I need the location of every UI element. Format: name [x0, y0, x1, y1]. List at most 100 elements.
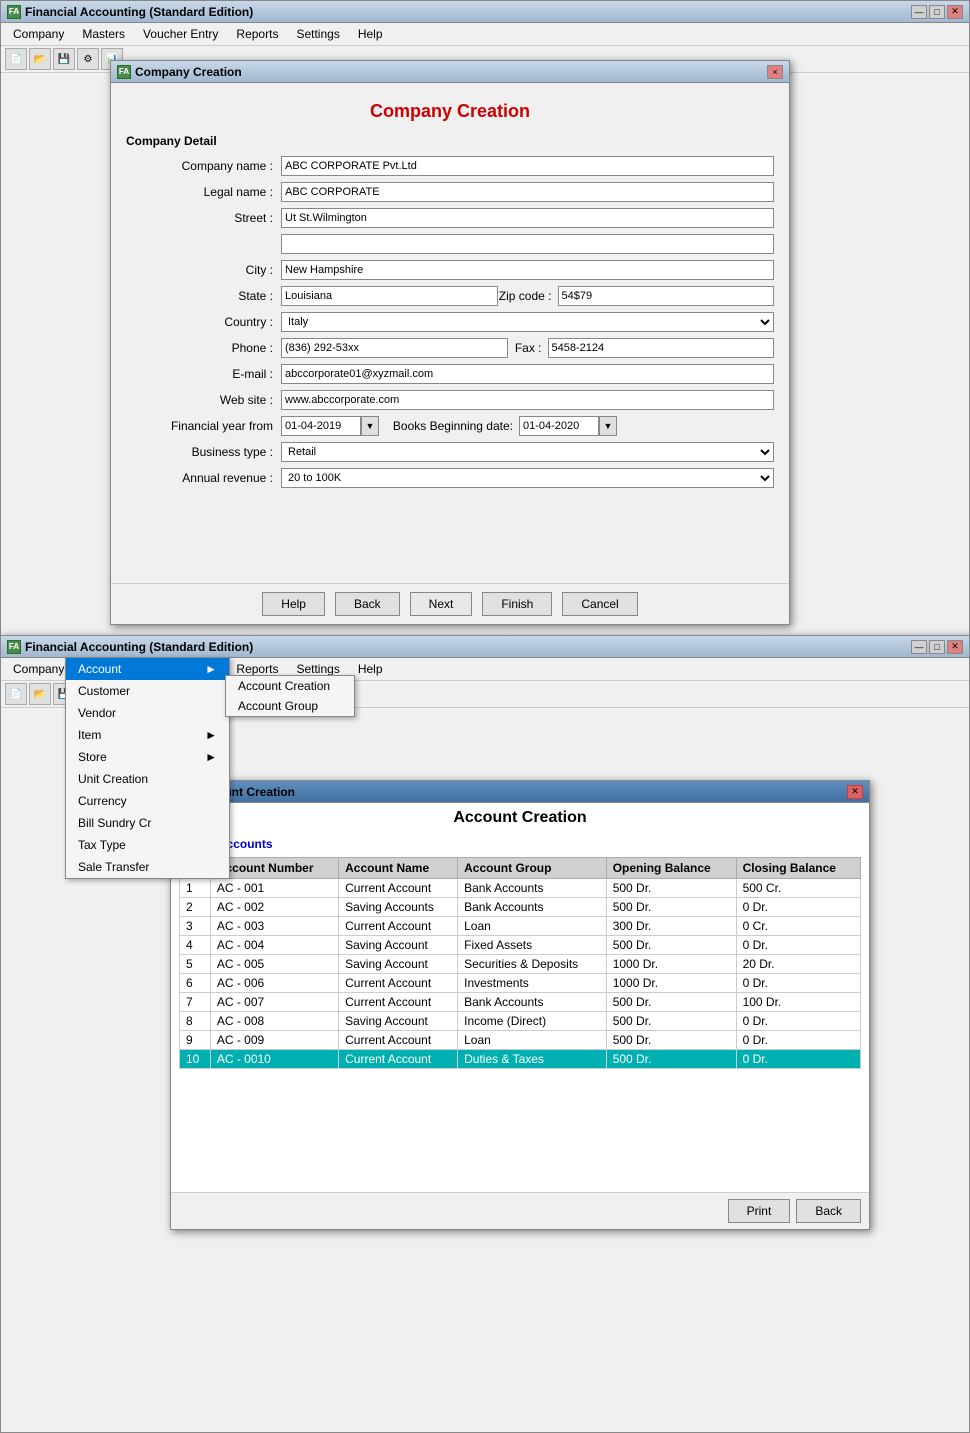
account-submenu: Account Creation Account Group: [225, 675, 355, 717]
maximize-btn-2[interactable]: □: [929, 640, 945, 654]
account-creation-item[interactable]: Account Creation: [226, 676, 354, 696]
street2-row: [126, 234, 774, 254]
table-row[interactable]: 3AC - 003Current AccountLoan300 Dr.0 Cr.: [180, 917, 861, 936]
menu-reports-1[interactable]: Reports: [228, 25, 286, 43]
masters-customer-label: Customer: [78, 684, 130, 698]
masters-sale-item[interactable]: Sale Transfer: [66, 856, 229, 878]
toolbar-btn-6[interactable]: 📄: [5, 683, 27, 705]
website-input[interactable]: [281, 390, 774, 410]
company-name-input[interactable]: [281, 156, 774, 176]
toolbar-btn-1[interactable]: 📄: [5, 48, 27, 70]
masters-currency-label: Currency: [78, 794, 127, 808]
street-input[interactable]: [281, 208, 774, 228]
company-name-label: Company name :: [126, 159, 281, 173]
maximize-btn-1[interactable]: □: [929, 5, 945, 19]
app-title-2: Financial Accounting (Standard Edition): [25, 640, 253, 654]
table-row[interactable]: 9AC - 009Current AccountLoan500 Dr.0 Dr.: [180, 1031, 861, 1050]
state-input[interactable]: [281, 286, 498, 306]
zip-input[interactable]: [558, 286, 775, 306]
toolbar-btn-2[interactable]: 📂: [29, 48, 51, 70]
account-form-title: Account Creation: [171, 803, 869, 835]
fin-year-input[interactable]: [281, 416, 361, 436]
business-type-select[interactable]: Retail: [281, 442, 774, 462]
fax-input[interactable]: [548, 338, 775, 358]
masters-account-item[interactable]: Account ►: [66, 658, 229, 680]
masters-store-arrow: ►: [205, 750, 217, 764]
menu-company-1[interactable]: Company: [5, 25, 72, 43]
toolbar-btn-7[interactable]: 📂: [29, 683, 51, 705]
legal-name-input[interactable]: [281, 182, 774, 202]
fin-year-label: Financial year from: [126, 419, 281, 433]
masters-store-item[interactable]: Store ►: [66, 746, 229, 768]
masters-store-label: Store: [78, 750, 107, 764]
masters-item-label: Item: [78, 728, 101, 742]
annual-revenue-label: Annual revenue :: [126, 471, 281, 485]
company-dialog-title: Company Creation: [135, 65, 242, 79]
city-row: City :: [126, 260, 774, 280]
menu-settings-1[interactable]: Settings: [288, 25, 347, 43]
table-row[interactable]: 2AC - 002Saving AccountsBank Accounts500…: [180, 898, 861, 917]
legal-name-row: Legal name :: [126, 182, 774, 202]
col-closing: Closing Balance: [736, 858, 860, 879]
table-row[interactable]: 8AC - 008Saving AccountIncome (Direct)50…: [180, 1012, 861, 1031]
company-dialog-close[interactable]: ×: [767, 65, 783, 79]
table-row[interactable]: 1AC - 001Current AccountBank Accounts500…: [180, 879, 861, 898]
toolbar-btn-3[interactable]: 💾: [53, 48, 75, 70]
menu-masters-1[interactable]: Masters: [74, 25, 133, 43]
menu-help-1[interactable]: Help: [350, 25, 391, 43]
minimize-btn-2[interactable]: —: [911, 640, 927, 654]
phone-label: Phone :: [126, 341, 281, 355]
close-btn-2[interactable]: ✕: [947, 640, 963, 654]
account-back-button[interactable]: Back: [796, 1199, 861, 1223]
toolbar-btn-4[interactable]: ⚙: [77, 48, 99, 70]
street2-input[interactable]: [281, 234, 774, 254]
books-date-input[interactable]: [519, 416, 599, 436]
account-group-item[interactable]: Account Group: [226, 696, 354, 716]
email-input[interactable]: [281, 364, 774, 384]
fin-year-cal-btn[interactable]: ▼: [361, 416, 379, 436]
help-button[interactable]: Help: [262, 592, 325, 616]
table-row[interactable]: 6AC - 006Current AccountInvestments1000 …: [180, 974, 861, 993]
masters-vendor-item[interactable]: Vendor: [66, 702, 229, 724]
company-dialog-footer: Help Back Next Finish Cancel: [111, 583, 789, 624]
back-button[interactable]: Back: [335, 592, 400, 616]
next-button[interactable]: Next: [410, 592, 473, 616]
app-icon-2: FA: [7, 640, 21, 654]
fax-label: Fax :: [508, 341, 548, 355]
masters-currency-item[interactable]: Currency: [66, 790, 229, 812]
city-input[interactable]: [281, 260, 774, 280]
books-date-cal-btn[interactable]: ▼: [599, 416, 617, 436]
table-row[interactable]: 10AC - 0010Current AccountDuties & Taxes…: [180, 1050, 861, 1069]
masters-item-arrow: ►: [205, 728, 217, 742]
minimize-btn-1[interactable]: —: [911, 5, 927, 19]
company-creation-dialog: FA Company Creation × Company Creation C…: [110, 60, 790, 625]
menu-voucher-1[interactable]: Voucher Entry: [135, 25, 226, 43]
street-label: Street :: [126, 211, 281, 225]
masters-unit-item[interactable]: Unit Creation: [66, 768, 229, 790]
close-btn-1[interactable]: ✕: [947, 5, 963, 19]
table-row[interactable]: 7AC - 007Current AccountBank Accounts500…: [180, 993, 861, 1012]
col-group: Account Group: [458, 858, 607, 879]
masters-bill-item[interactable]: Bill Sundry Cr: [66, 812, 229, 834]
account-dialog-close[interactable]: ✕: [847, 785, 863, 799]
books-date-label: Books Beginning date:: [379, 419, 519, 433]
masters-item-item[interactable]: Item ►: [66, 724, 229, 746]
menu-company-2[interactable]: Company: [5, 660, 72, 678]
menubar-1: Company Masters Voucher Entry Reports Se…: [1, 23, 969, 46]
annual-revenue-select[interactable]: 20 to 100K: [281, 468, 774, 488]
legal-name-label: Legal name :: [126, 185, 281, 199]
finish-button[interactable]: Finish: [482, 592, 552, 616]
cancel-button[interactable]: Cancel: [562, 592, 637, 616]
company-name-row: Company name :: [126, 156, 774, 176]
state-zip-row: State : Zip code :: [126, 286, 774, 306]
business-type-row: Business type : Retail: [126, 442, 774, 462]
phone-input[interactable]: [281, 338, 508, 358]
table-row[interactable]: 5AC - 005Saving AccountSecurities & Depo…: [180, 955, 861, 974]
company-form-title: Company Creation: [126, 93, 774, 134]
print-button[interactable]: Print: [728, 1199, 791, 1223]
masters-customer-item[interactable]: Customer: [66, 680, 229, 702]
table-row[interactable]: 4AC - 004Saving AccountFixed Assets500 D…: [180, 936, 861, 955]
masters-tax-item[interactable]: Tax Type: [66, 834, 229, 856]
menu-help-2[interactable]: Help: [350, 660, 391, 678]
country-select[interactable]: Italy: [281, 312, 774, 332]
